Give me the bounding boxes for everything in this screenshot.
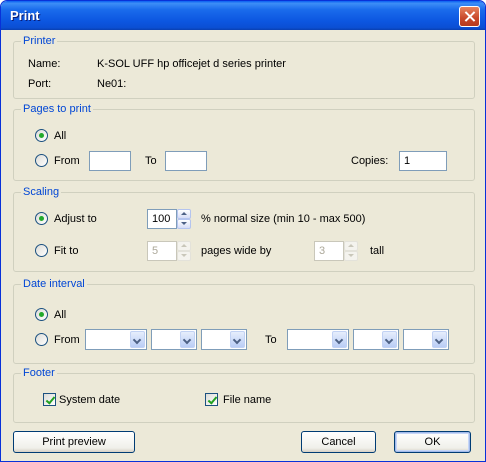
printer-legend: Printer [21,34,58,48]
printer-group: Printer Name: K-SOL UFF hp officejet d s… [13,34,475,99]
file-name-label: File name [223,394,272,406]
date-to-label: To [265,334,277,346]
close-icon[interactable] [459,6,480,27]
adjust-percent-suffix: % normal size (min 10 - max 500) [201,213,366,225]
spinner-down-icon[interactable] [177,251,191,261]
adjust-to-label: Adjust to [54,213,97,225]
title-bar[interactable]: Print [1,1,485,30]
adjust-percent-input[interactable]: 100 [147,209,177,229]
copies-input[interactable]: 1 [399,151,447,171]
from-month-select[interactable] [151,329,197,350]
scaling-legend: Scaling [21,185,62,199]
fit-to-label: Fit to [54,245,79,257]
cancel-button[interactable]: Cancel [301,431,376,453]
chevron-down-icon[interactable] [432,331,447,348]
ok-button[interactable]: OK [394,431,471,453]
date-from-radio[interactable] [35,333,48,346]
system-date-label: System date [59,394,121,406]
system-date-checkbox[interactable] [43,393,56,406]
pages-wide-suffix: pages wide by [201,245,272,257]
pages-to-input[interactable] [165,151,207,171]
printer-port-value: Ne01: [97,78,127,90]
to-year-select[interactable] [403,329,449,350]
from-day-select[interactable] [85,329,147,350]
date-interval-legend: Date interval [21,277,87,291]
fit-to-radio[interactable] [35,244,48,257]
footer-group: Footer System date File name [13,366,475,423]
pages-legend: Pages to print [21,102,93,116]
print-dialog: Print Printer Name: K-SOL UFF hp officej… [0,0,486,462]
printer-port-label: Port: [28,78,52,90]
print-preview-button[interactable]: Print preview [13,431,135,453]
date-all-label: All [54,309,67,321]
pages-all-radio[interactable] [35,129,48,142]
spinner-up-icon[interactable] [344,241,358,251]
pages-to-label: To [145,155,157,167]
pages-wide-spinner[interactable] [177,241,191,261]
chevron-down-icon[interactable] [180,331,195,348]
from-year-select[interactable] [201,329,247,350]
window-title: Print [10,8,40,23]
pages-from-radio[interactable] [35,154,48,167]
pages-tall-spinner[interactable] [344,241,358,261]
date-interval-group: Date interval All From To [13,277,475,364]
footer-legend: Footer [21,366,57,380]
printer-name-value: K-SOL UFF hp officejet d series printer [97,58,286,70]
file-name-checkbox[interactable] [205,393,218,406]
pages-from-label: From [54,155,80,167]
chevron-down-icon[interactable] [130,331,145,348]
spinner-down-icon[interactable] [344,251,358,261]
date-all-radio[interactable] [35,308,48,321]
copies-label: Copies: [351,155,389,167]
adjust-percent-spinner[interactable] [177,209,191,229]
to-month-select[interactable] [353,329,399,350]
adjust-to-radio[interactable] [35,212,48,225]
chevron-down-icon[interactable] [382,331,397,348]
pages-wide-input[interactable]: 5 [147,241,177,261]
pages-from-input[interactable] [89,151,131,171]
pages-tall-input[interactable]: 3 [314,241,344,261]
to-day-select[interactable] [287,329,349,350]
pages-all-label: All [54,130,67,142]
date-from-label: From [54,334,80,346]
pages-group: Pages to print All From To Copies: 1 [13,102,475,181]
spinner-up-icon[interactable] [177,209,191,219]
chevron-down-icon[interactable] [230,331,245,348]
pages-tall-suffix: tall [370,245,385,257]
spinner-up-icon[interactable] [177,241,191,251]
spinner-down-icon[interactable] [177,219,191,229]
scaling-group: Scaling Adjust to 100 % normal size (min… [13,185,475,272]
printer-name-label: Name: [28,58,61,70]
chevron-down-icon[interactable] [332,331,347,348]
dialog-body: Printer Name: K-SOL UFF hp officejet d s… [4,30,482,460]
